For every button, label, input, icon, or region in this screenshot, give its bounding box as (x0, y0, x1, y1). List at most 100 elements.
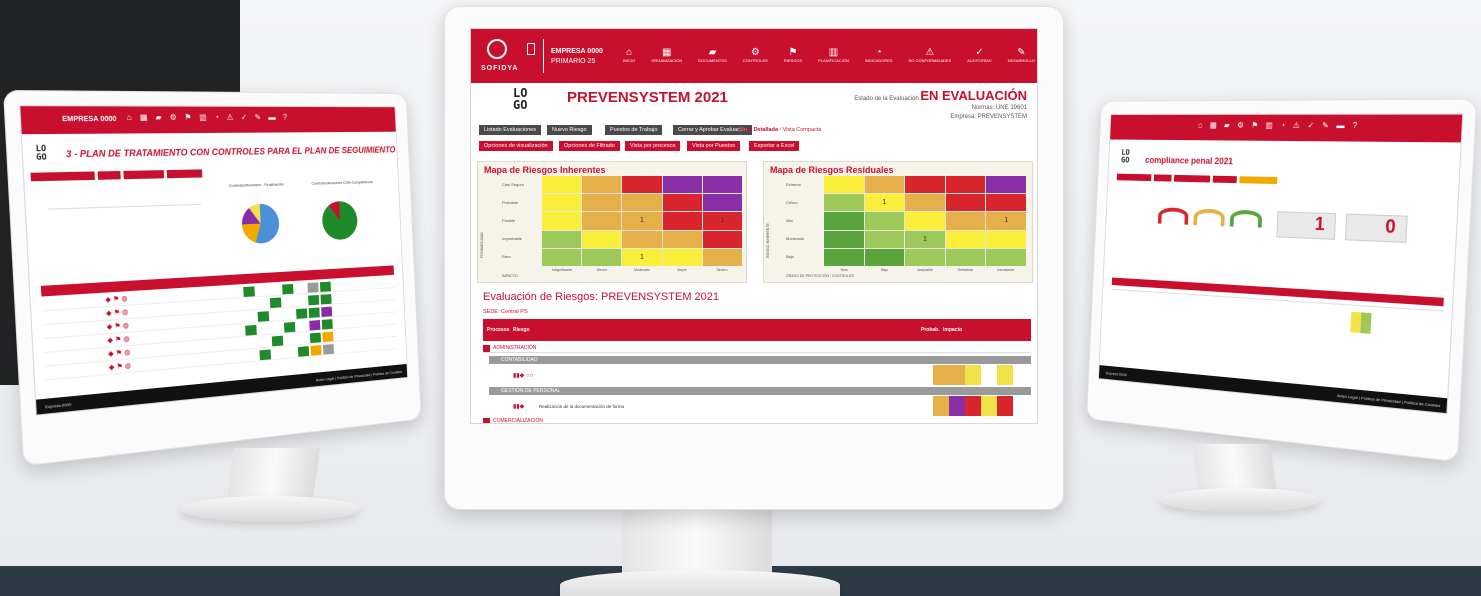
help-icon[interactable]: ? (1352, 121, 1357, 130)
check-icon[interactable]: ✓ (1307, 121, 1314, 130)
row-icons[interactable]: ◆ ⚑ ◍ (107, 321, 130, 331)
left-footer-links[interactable]: Aviso Legal | Política de Privacidad | P… (316, 369, 402, 382)
risk-row-2[interactable]: ▮▮◆ Realización de la documentación de f… (489, 396, 1031, 416)
building-icon[interactable]: ▦ (1210, 121, 1217, 130)
row-icons[interactable]: ◆ ⚑ ◍ (108, 348, 131, 358)
filter-button-4[interactable]: Exportar a Excel (749, 141, 800, 151)
filter-button-2[interactable]: Vista por procesos (625, 141, 681, 151)
risk-row-1[interactable]: ▮▮◆ ○○ (489, 365, 1031, 385)
gear-icon[interactable]: ⚙ (169, 113, 177, 122)
inherent-cell[interactable] (582, 230, 622, 248)
folder-icon[interactable]: ▰ (155, 113, 162, 122)
inherent-cell[interactable] (542, 194, 582, 212)
nav-item-2[interactable]: ▰ DOCUMENTOS (698, 47, 727, 63)
chart-icon[interactable]: ▥ (1265, 121, 1273, 130)
residual-cell[interactable] (864, 230, 905, 248)
group-row-3[interactable]: GESTIÓN DE PERSONAL (489, 387, 1031, 395)
inherent-cell[interactable] (622, 176, 662, 194)
filter-button-3[interactable]: Vista por Puestos (687, 141, 741, 151)
inherent-cell[interactable] (582, 212, 622, 230)
residual-cell[interactable] (864, 176, 905, 194)
building-icon[interactable]: ▦ (140, 113, 148, 122)
inherent-cell[interactable] (542, 230, 582, 248)
truck-icon[interactable]: ▬ (268, 113, 276, 122)
gauge-icon[interactable]: ◔ (214, 113, 219, 122)
toolbar-button-0[interactable]: Listado Evaluaciones (479, 125, 541, 135)
home-icon[interactable]: ⌂ (1198, 121, 1203, 130)
nav-item-8[interactable]: ✓ AUDITORÍAS (967, 47, 991, 63)
inherent-cell[interactable] (662, 194, 702, 212)
residual-cell[interactable] (905, 212, 945, 230)
row-icons[interactable]: ◆ ⚑ ◍ (106, 308, 129, 318)
nav-item-3[interactable]: ⚙ CONTROLES (743, 47, 768, 63)
residual-cell[interactable] (945, 212, 986, 230)
folder-icon[interactable]: ▰ (1224, 121, 1230, 130)
residual-cell[interactable]: 1 (905, 230, 945, 248)
residual-cell[interactable] (905, 194, 945, 212)
truck-icon[interactable]: ▬ (1336, 121, 1344, 130)
inherent-cell[interactable]: 1 (702, 212, 742, 230)
group-row-4[interactable]: COMERCIALIZACIÓN (483, 418, 1031, 423)
gear-icon[interactable]: ⚙ (1237, 121, 1244, 130)
nav-item-0[interactable]: ⌂ INICIO (623, 47, 635, 63)
chart-icon[interactable]: ▥ (199, 113, 207, 122)
nav-item-5[interactable]: ▥ PLANIFICACIÓN (818, 47, 849, 63)
residual-cell[interactable] (986, 248, 1026, 266)
inherent-cell[interactable] (702, 230, 742, 248)
residual-cell[interactable] (864, 212, 905, 230)
nav-item-1[interactable]: ▦ ORGANIZACIÓN (651, 47, 682, 63)
home-icon[interactable]: ⌂ (127, 113, 132, 122)
residual-cell[interactable] (905, 248, 945, 266)
residual-cell[interactable] (986, 176, 1026, 194)
help-icon[interactable]: ? (283, 113, 287, 122)
residual-cell[interactable] (945, 194, 986, 212)
group-row-1[interactable]: ADMINISTRACIÓN (483, 345, 1031, 353)
risk-row-1-icons[interactable]: ▮▮◆ ○○ (513, 372, 533, 379)
row-icons[interactable]: ◆ ⚑ ◍ (107, 335, 130, 345)
filter-button-1[interactable]: Opciones de Filtrado (559, 141, 620, 151)
tab-detailed-view[interactable]: Vista Detallada (739, 127, 778, 133)
flag-icon[interactable]: ⚑ (184, 113, 191, 122)
check-icon[interactable]: ✓ (241, 113, 248, 122)
risk-row-2-icons[interactable]: ▮▮◆ (513, 403, 524, 410)
inherent-cell[interactable] (622, 194, 662, 212)
wrench-icon[interactable]: ✎ (254, 113, 261, 122)
residual-cell[interactable]: 1 (986, 212, 1026, 230)
residual-cell[interactable] (945, 176, 986, 194)
residual-cell[interactable] (864, 248, 905, 266)
gauge-icon[interactable]: ◔ (1280, 121, 1285, 130)
tab-compact-view[interactable]: Vista Compacta (783, 127, 822, 133)
filter-button-0[interactable]: Opciones de visualización (479, 141, 553, 151)
residual-cell[interactable] (945, 230, 986, 248)
residual-cell[interactable] (824, 194, 864, 212)
inherent-cell[interactable] (582, 176, 622, 194)
residual-cell[interactable]: 1 (864, 194, 905, 212)
right-footer-links[interactable]: Aviso Legal | Política de Privacidad | P… (1337, 393, 1441, 408)
flag-icon[interactable]: ⚑ (1251, 121, 1258, 130)
right-toolbar[interactable] (1116, 173, 1280, 185)
inherent-cell[interactable]: 1 (622, 248, 662, 266)
residual-cell[interactable] (986, 194, 1026, 212)
inherent-cell[interactable] (662, 176, 702, 194)
residual-cell[interactable] (824, 212, 864, 230)
wrench-icon[interactable]: ✎ (1322, 121, 1329, 130)
nav-item-9[interactable]: ✎ DESARROLLO (1008, 47, 1035, 63)
residual-cell[interactable] (824, 230, 864, 248)
toolbar-button-2[interactable]: Puestos de Trabajo (605, 125, 663, 135)
left-toolbar[interactable] (30, 167, 325, 182)
toolbar-button-1[interactable]: Nuevo Riesgo (547, 125, 592, 135)
residual-cell[interactable] (824, 248, 864, 266)
inherent-cell[interactable] (542, 176, 582, 194)
inherent-cell[interactable] (702, 248, 742, 266)
inherent-cell[interactable] (702, 194, 742, 212)
group-row-2[interactable]: CONTABILIDAD (489, 356, 1031, 364)
warning-icon[interactable]: ⚠ (1293, 121, 1300, 130)
inherent-cell[interactable] (702, 176, 742, 194)
inherent-cell[interactable] (662, 230, 702, 248)
left-filter-form[interactable] (47, 203, 204, 273)
inherent-cell[interactable] (622, 230, 662, 248)
residual-cell[interactable] (824, 176, 864, 194)
inherent-cell[interactable] (542, 248, 582, 266)
inherent-cell[interactable] (542, 212, 582, 230)
row-icons[interactable]: ◆ ⚑ ◍ (109, 361, 132, 372)
